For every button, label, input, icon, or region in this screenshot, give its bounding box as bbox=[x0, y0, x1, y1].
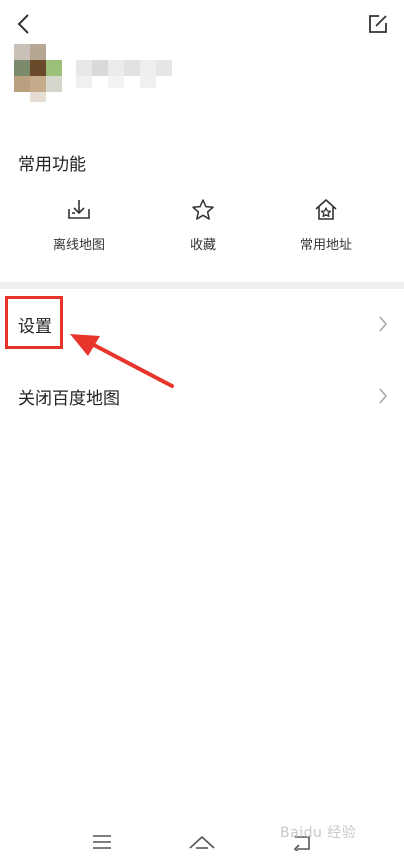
edit-icon bbox=[369, 15, 387, 33]
close-app-row[interactable]: 关闭百度地图 bbox=[0, 370, 404, 422]
watermark: Baidu 经验 bbox=[280, 825, 357, 841]
chevron-right-icon bbox=[379, 388, 388, 404]
offline-download-icon bbox=[65, 196, 93, 224]
quick-item-favorites[interactable]: 收藏 bbox=[148, 196, 258, 266]
menu-icon bbox=[93, 835, 111, 849]
profile-header[interactable] bbox=[14, 44, 174, 102]
menu-button[interactable] bbox=[84, 828, 120, 856]
section-title-common-functions: 常用功能 bbox=[18, 155, 86, 175]
back-button[interactable] bbox=[8, 8, 40, 40]
chevron-left-icon bbox=[17, 14, 29, 34]
home-icon bbox=[189, 836, 215, 849]
chevron-right-icon bbox=[379, 316, 388, 332]
highlight-box bbox=[5, 296, 63, 349]
edit-button[interactable] bbox=[362, 8, 394, 40]
quick-item-offline-map[interactable]: 离线地图 bbox=[24, 196, 134, 266]
section-divider bbox=[0, 282, 404, 289]
home-star-icon bbox=[312, 196, 340, 224]
annotation-arrow bbox=[70, 334, 174, 388]
home-button[interactable] bbox=[184, 828, 220, 856]
star-icon bbox=[189, 196, 217, 224]
quick-item-common-address[interactable]: 常用地址 bbox=[271, 196, 381, 266]
quick-actions: 离线地图 收藏 常用地址 bbox=[0, 196, 404, 266]
